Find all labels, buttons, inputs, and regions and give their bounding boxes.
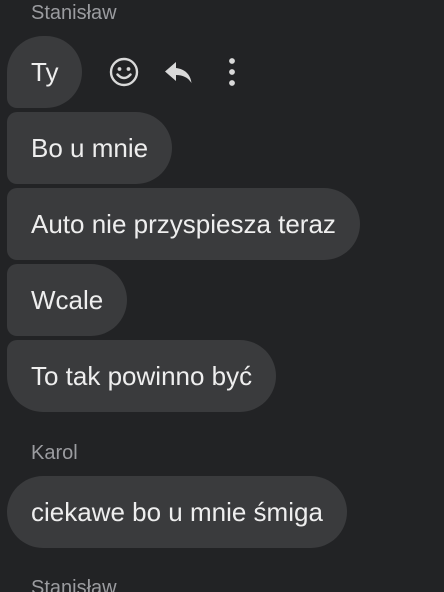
message-bubble[interactable]: Ty bbox=[7, 36, 83, 108]
message-bubble[interactable]: Auto nie przyspiesza teraz bbox=[7, 188, 360, 260]
chat-thread: Stanisław Ty Bo u mnie Auto nie przyspie… bbox=[0, 0, 444, 592]
reply-icon[interactable] bbox=[158, 50, 198, 94]
message-actions bbox=[104, 48, 252, 96]
sender-name: Stanisław bbox=[31, 577, 117, 592]
message-text: To tak powinno być bbox=[31, 361, 253, 391]
smiley-icon[interactable] bbox=[104, 50, 144, 94]
message-bubble[interactable]: To tak powinno być bbox=[7, 340, 277, 412]
message-bubble[interactable]: Bo u mnie bbox=[7, 112, 173, 184]
sender-name: Karol bbox=[31, 442, 78, 464]
message-bubble[interactable]: ciekawe bo u mnie śmiga bbox=[7, 476, 347, 548]
more-vertical-icon[interactable] bbox=[212, 50, 252, 94]
message-text: Auto nie przyspiesza teraz bbox=[31, 209, 336, 239]
message-text: Wcale bbox=[31, 285, 104, 315]
message-bubble[interactable]: Wcale bbox=[7, 264, 128, 336]
message-text: Ty bbox=[31, 57, 59, 87]
message-text: Bo u mnie bbox=[31, 133, 149, 163]
sender-name: Stanisław bbox=[31, 2, 117, 24]
message-text: ciekawe bo u mnie śmiga bbox=[31, 497, 323, 527]
